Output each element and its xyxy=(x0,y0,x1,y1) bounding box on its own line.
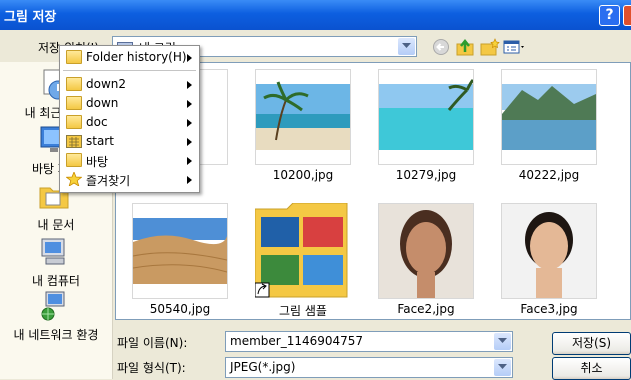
star-icon xyxy=(65,170,83,187)
menu-item-label: down xyxy=(86,96,119,110)
filetype-label: 파일 형식(T): xyxy=(117,361,186,375)
filetype-value: JPEG(*.jpg) xyxy=(230,360,296,374)
chevron-right-icon xyxy=(187,54,192,62)
menu-item-start[interactable]: start xyxy=(61,132,198,151)
file-tile[interactable] xyxy=(378,203,474,299)
menu-separator xyxy=(63,70,196,71)
folder-history-menu[interactable]: Folder history(H) down2 down doc start 바… xyxy=(59,45,200,193)
file-tile[interactable] xyxy=(132,203,228,299)
folder-icon xyxy=(66,77,82,91)
menu-item-down2[interactable]: down2 xyxy=(61,75,198,94)
menu-item-folder-history[interactable]: Folder history(H) xyxy=(61,48,198,67)
mountain-lake-photo xyxy=(502,70,596,150)
file-name: 40222,jpg xyxy=(518,168,580,182)
file-tile[interactable] xyxy=(501,203,597,299)
chevron-right-icon xyxy=(187,119,192,127)
chevron-right-icon xyxy=(187,81,192,89)
place-label: 내 컴퓨터 xyxy=(32,274,80,288)
window-title: 그림 저장 xyxy=(4,10,57,25)
chevron-down-icon[interactable] xyxy=(398,38,415,55)
place-label: 내 문서 xyxy=(37,218,75,232)
close-button[interactable] xyxy=(623,5,631,26)
up-folder-icon[interactable] xyxy=(456,38,476,56)
desert-dunes-photo xyxy=(132,204,228,284)
menu-item-label: down2 xyxy=(86,77,127,91)
menu-item-label: 즐겨찾기 xyxy=(86,174,131,188)
chevron-down-icon[interactable] xyxy=(494,359,511,376)
beach-palm-photo xyxy=(256,70,350,150)
folder-icon xyxy=(66,153,82,167)
portrait-photo xyxy=(379,204,473,298)
file-name: 그림 샘플 xyxy=(279,304,327,318)
file-name: 50540,jpg xyxy=(149,302,211,316)
help-button[interactable]: ? xyxy=(599,5,620,26)
network-icon xyxy=(38,290,70,322)
folder-icon xyxy=(66,115,82,129)
file-tile[interactable] xyxy=(501,69,597,165)
my-computer-icon xyxy=(38,236,70,268)
calendar-folder-icon xyxy=(66,134,82,148)
chevron-right-icon xyxy=(187,157,192,165)
file-tile[interactable] xyxy=(254,202,351,299)
file-name: Face2,jpg xyxy=(397,302,455,316)
tropical-lagoon-photo xyxy=(379,70,475,150)
folder-icon xyxy=(66,96,82,110)
filename-label: 파일 이름(N): xyxy=(117,336,188,350)
menu-item-label: doc xyxy=(86,115,108,129)
menu-item-doc[interactable]: doc xyxy=(61,113,198,132)
title-bar[interactable]: 그림 저장 ? xyxy=(0,0,631,30)
file-tile[interactable] xyxy=(255,69,351,165)
filename-value: member_1146904757 xyxy=(230,334,364,348)
folder-shortcut-icon xyxy=(254,202,348,298)
file-tile[interactable] xyxy=(378,69,475,165)
save-button[interactable]: 저장(S) xyxy=(552,332,631,355)
chevron-right-icon xyxy=(187,176,192,184)
file-name: 10200,jpg xyxy=(272,168,334,182)
view-menu-icon[interactable] xyxy=(503,38,527,56)
folder-icon xyxy=(66,50,82,64)
menu-item-label: 바탕 xyxy=(86,155,109,169)
place-label: 내 네트워크 환경 xyxy=(13,328,99,342)
new-folder-icon[interactable] xyxy=(480,38,500,56)
filename-input[interactable]: member_1146904757 xyxy=(225,331,513,352)
file-name: Face3,jpg xyxy=(520,302,578,316)
back-icon[interactable] xyxy=(432,38,452,56)
cancel-button[interactable]: 취소 xyxy=(552,357,631,380)
menu-item-label: Folder history(H) xyxy=(86,50,187,64)
menu-item-favorites[interactable]: 즐겨찾기 xyxy=(61,170,198,189)
menu-item-desktop[interactable]: 바탕 xyxy=(61,151,198,170)
menu-item-down[interactable]: down xyxy=(61,94,198,113)
file-name: 10279,jpg xyxy=(395,168,457,182)
chevron-right-icon xyxy=(187,100,192,108)
menu-item-label: start xyxy=(86,134,114,148)
filetype-select[interactable]: JPEG(*.jpg) xyxy=(225,357,513,378)
chevron-right-icon xyxy=(187,138,192,146)
chevron-down-icon[interactable] xyxy=(494,333,511,350)
portrait-photo xyxy=(502,204,596,298)
